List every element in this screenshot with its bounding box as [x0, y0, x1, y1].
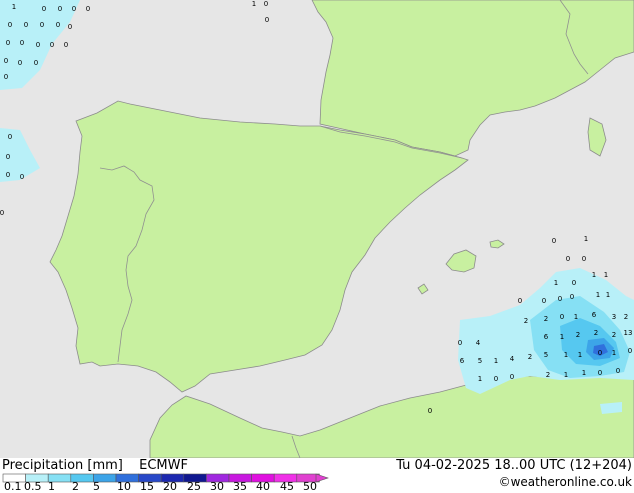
precip-value-label: 0 — [558, 295, 562, 303]
precip-value-label: 1 — [596, 291, 600, 299]
precip-value-label: 0 — [40, 21, 44, 29]
legend-tick-label: 10 — [117, 480, 131, 493]
precipitation-map: 1 0 0 0 01 000 0 0 0 00 0 0 0 00 0 00000 00100 0110 0 0 0 1 11… — [0, 0, 634, 458]
precip-value-label: 2 — [576, 331, 580, 339]
precip-value-label: 0 — [616, 367, 620, 375]
footer: Precipitation [mm] ECMWF Tu 04-02-2025 1… — [0, 458, 634, 493]
precip-value-label: 1 — [584, 235, 588, 243]
precip-value-label: 0 — [542, 297, 546, 305]
precip-value-label: 1 — [252, 0, 256, 8]
precip-value-label: 0 — [4, 57, 8, 65]
precip-value-label: 0 — [8, 133, 12, 141]
precip-value-label: 0 — [552, 237, 556, 245]
precip-value-label: 3 — [612, 313, 616, 321]
credit: ©weatheronline.co.uk — [498, 475, 632, 489]
precip-value-label: 0 — [4, 73, 8, 81]
precip-value-label: 1 — [592, 271, 596, 279]
valid-time: Tu 04-02-2025 18..00 UTC (12+204) — [396, 458, 632, 473]
precip-value-label: 1 — [606, 291, 610, 299]
precip-value-label: 13 — [624, 329, 633, 337]
precip-value-label: 0 — [20, 173, 24, 181]
precip-value-label: 0 — [494, 375, 498, 383]
precip-value-label: 0 — [458, 339, 462, 347]
legend-tick-label: 2 — [72, 480, 79, 493]
precip-value-label: 6 — [544, 333, 549, 341]
precip-value-label: 1 — [612, 349, 616, 357]
precip-value-label: 0 — [0, 209, 4, 217]
precip-value-label: 1 — [478, 375, 482, 383]
precip-value-label: 4 — [510, 355, 515, 363]
precip-value-label: 2 — [528, 353, 532, 361]
precip-value-label: 0 — [58, 5, 62, 13]
precip-value-label: 0 — [570, 293, 574, 301]
precip-value-label: 4 — [476, 339, 481, 347]
precip-value-label: 0 — [265, 16, 269, 24]
precip-value-label: 0 — [598, 369, 602, 377]
legend-tick-label: 0.1 — [4, 480, 22, 493]
precip-value-label: 2 — [544, 315, 548, 323]
legend-tick-label: 1 — [48, 480, 55, 493]
model-name: ECMWF — [139, 458, 188, 473]
precip-value-label: 1 — [574, 313, 578, 321]
precip-value-label: 0 — [20, 39, 24, 47]
precip-value-label: 0 — [24, 21, 28, 29]
precip-value-label: 0 — [510, 373, 514, 381]
precip-value-label: 1 — [582, 369, 586, 377]
precip-value-label: 0 — [6, 39, 10, 47]
precip-value-label: 5 — [544, 351, 548, 359]
precip-value-label: 1 — [564, 351, 568, 359]
legend-tick-label: 45 — [280, 480, 294, 493]
legend-tick-label: 5 — [93, 480, 100, 493]
precip-value-label: 2 — [546, 371, 550, 379]
precip-value-label: 1 — [12, 3, 16, 11]
precip-value-label: 0 — [428, 407, 432, 415]
legend-ticks: 0.1 0.5 1 2 5 10 15 20 25 30 35 40 45 50 — [0, 480, 340, 493]
precip-value-label: 0 — [6, 171, 10, 179]
precip-value-label: 1 — [578, 351, 582, 359]
legend-tick-label: 25 — [187, 480, 201, 493]
precip-value-label: 0 — [42, 5, 46, 13]
precip-value-label: 2 — [624, 313, 628, 321]
product-title: Precipitation [mm] — [2, 458, 123, 473]
precip-value-label: 1 — [604, 271, 608, 279]
precip-value-label: 0 — [572, 279, 576, 287]
precip-value-label: 1 — [554, 279, 558, 287]
precip-value-label: 0 — [264, 0, 268, 8]
precip-value-label: 1 — [494, 357, 498, 365]
precip-value-label: 0 — [598, 349, 602, 357]
precip-value-label: 1 — [564, 371, 568, 379]
precip-value-label: 2 — [612, 331, 616, 339]
legend-tick-label: 15 — [140, 480, 154, 493]
precip-value-label: 0 — [6, 153, 10, 161]
precip-value-label: 6 — [592, 311, 597, 319]
legend-tick-label: 50 — [303, 480, 317, 493]
precip-value-label: 0 — [72, 5, 76, 13]
precip-value-label: 0 — [64, 41, 68, 49]
precip-value-label: 2 — [524, 317, 528, 325]
precip-value-label: 1 — [560, 333, 564, 341]
precip-value-label: 0 — [86, 5, 90, 13]
precip-value-label: 0 — [36, 41, 40, 49]
precip-value-label: 0 — [68, 23, 72, 31]
precip-value-label: 5 — [478, 357, 482, 365]
precip-value-label: 0 — [566, 255, 570, 263]
precip-value-label: 0 — [560, 313, 564, 321]
precip-value-label: 0 — [34, 59, 38, 67]
precip-value-label: 0 — [518, 297, 522, 305]
precip-value-label: 2 — [594, 329, 598, 337]
legend-tick-label: 35 — [233, 480, 247, 493]
legend-tick-label: 40 — [256, 480, 270, 493]
legend-tick-label: 30 — [210, 480, 224, 493]
precip-value-label: 0 — [18, 59, 22, 67]
precip-value-label: 0 — [628, 347, 632, 355]
precip-value-label: 0 — [50, 41, 54, 49]
precip-value-label: 0 — [56, 21, 60, 29]
legend-tick-label: 0.5 — [24, 480, 42, 493]
precip-value-label: 0 — [582, 255, 586, 263]
precip-value-label: 6 — [460, 357, 465, 365]
precip-value-label: 0 — [8, 21, 12, 29]
legend-tick-label: 20 — [163, 480, 177, 493]
